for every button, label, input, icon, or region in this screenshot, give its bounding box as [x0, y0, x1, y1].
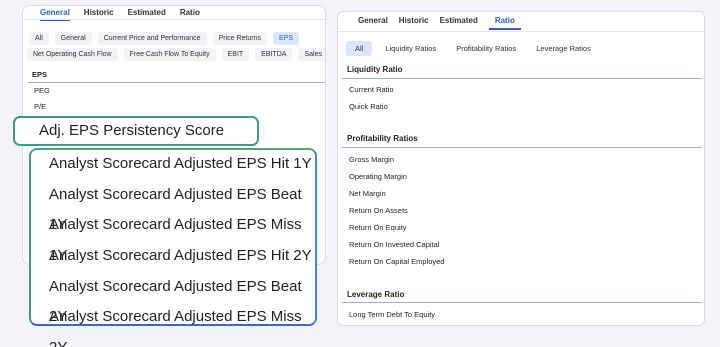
- tab-divider: [338, 31, 704, 32]
- analyst-scorecard-callout: Analyst Scorecard Adjusted EPS Hit 1Y An…: [29, 148, 317, 347]
- metric-adj-eps-beat-2y[interactable]: Analyst Scorecard Adjusted EPS Beat 2Y: [49, 272, 315, 326]
- chip-general[interactable]: General: [54, 32, 92, 45]
- chip-ebitda[interactable]: EBITDA: [255, 48, 293, 61]
- chip-current-price-performance[interactable]: Current Price and Performance: [97, 32, 207, 45]
- metric-long-term-debt-to-equity[interactable]: Long Term Debt To Equity: [349, 310, 435, 319]
- chip-sales[interactable]: Sales: [298, 48, 325, 61]
- metric-operating-margin[interactable]: Operating Margin: [349, 172, 407, 181]
- liquidity-section-title: Liquidity Ratio: [347, 65, 403, 74]
- chip-eps[interactable]: EPS: [272, 32, 299, 45]
- metric-adj-eps-miss-1y[interactable]: Analyst Scorecard Adjusted EPS Miss 1Y: [49, 210, 315, 264]
- metric-gross-margin[interactable]: Gross Margin: [349, 155, 394, 164]
- tab-divider: [23, 19, 325, 20]
- category-chips-row-1: All General Current Price and Performanc…: [29, 32, 299, 45]
- leverage-section-title: Leverage Ratio: [347, 290, 405, 299]
- tab-general[interactable]: General: [358, 16, 388, 30]
- eps-section-title: EPS: [32, 70, 48, 79]
- metric-current-ratio[interactable]: Current Ratio: [349, 85, 394, 94]
- tab-ratio[interactable]: Ratio: [488, 16, 521, 30]
- profitability-section-title: Profitability Ratios: [347, 134, 418, 143]
- chip-ebit[interactable]: EBIT: [221, 48, 250, 61]
- chip-all[interactable]: All: [346, 41, 373, 56]
- metric-quick-ratio[interactable]: Quick Ratio: [349, 102, 388, 111]
- metric-peg[interactable]: PEG: [34, 86, 50, 95]
- right-tab-bar: General Historic Estimated Ratio: [358, 16, 521, 30]
- metric-adj-eps-hit-1y[interactable]: Analyst Scorecard Adjusted EPS Hit 1Y: [49, 149, 315, 180]
- category-chips-row-2: Net Operating Cash Flow Free Cash Flow T…: [27, 48, 325, 61]
- chip-free-cash-flow-to-equity[interactable]: Free Cash Flow To Equity: [123, 48, 216, 61]
- section-divider: [342, 147, 702, 148]
- metric-adj-eps-hit-2y[interactable]: Analyst Scorecard Adjusted EPS Hit 2Y: [49, 241, 315, 272]
- section-divider: [342, 302, 702, 303]
- section-divider: [28, 82, 325, 83]
- chip-net-operating-cash-flow[interactable]: Net Operating Cash Flow: [27, 48, 118, 61]
- metric-pe[interactable]: P/E: [34, 102, 46, 111]
- tab-estimated[interactable]: Estimated: [440, 16, 478, 30]
- adj-eps-persistency-callout[interactable]: Adj. EPS Persistency Score: [13, 116, 259, 146]
- chip-price-returns[interactable]: Price Returns: [212, 32, 267, 45]
- chip-all[interactable]: All: [29, 32, 49, 45]
- chip-profitability-ratios[interactable]: Profitability Ratios: [449, 41, 523, 56]
- chip-liquidity-ratios[interactable]: Liquidity Ratios: [378, 41, 443, 56]
- metric-return-on-equity[interactable]: Return On Equity: [349, 223, 407, 232]
- metric-return-on-assets[interactable]: Return On Assets: [349, 206, 408, 215]
- metric-return-on-capital-employed[interactable]: Return On Capital Employed: [349, 257, 444, 266]
- section-divider: [342, 78, 702, 79]
- right-metrics-panel: General Historic Estimated Ratio All Liq…: [337, 11, 705, 326]
- tab-historic[interactable]: Historic: [399, 16, 429, 30]
- metric-net-margin[interactable]: Net Margin: [349, 189, 386, 198]
- metric-return-on-invested-capital[interactable]: Return On Invested Capital: [349, 240, 439, 249]
- ratio-filter-chips: All Liquidity Ratios Profitability Ratio…: [346, 41, 598, 56]
- metric-adj-eps-miss-2y[interactable]: Analyst Scorecard Adjusted EPS Miss 2Y: [49, 302, 315, 347]
- chip-leverage-ratios[interactable]: Leverage Ratios: [529, 41, 598, 56]
- metric-adj-eps-beat-1y[interactable]: Analyst Scorecard Adjusted EPS Beat 1Y: [49, 180, 315, 234]
